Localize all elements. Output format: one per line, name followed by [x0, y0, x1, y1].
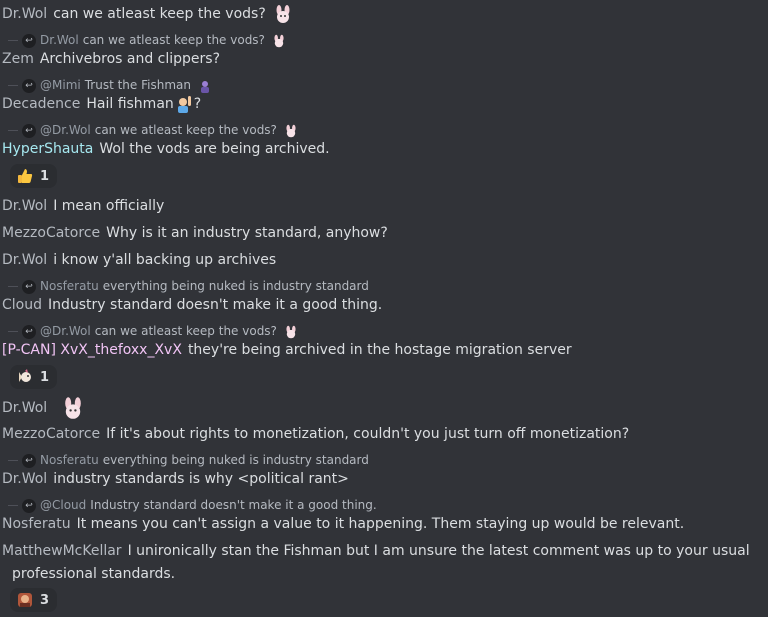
- reaction-count: 1: [40, 369, 50, 385]
- message-author[interactable]: Dr.Wol: [2, 198, 47, 214]
- reply-arrow-icon: ↩: [22, 279, 36, 294]
- message-text: I unironically stan the Fishman but I am…: [127, 543, 750, 559]
- raising-hand-emoji-icon: [177, 96, 191, 113]
- reply-author[interactable]: Nosferatu: [40, 279, 99, 293]
- reply-text: everything being nuked is industry stand…: [102, 279, 369, 293]
- reply-text: can we atleast keep the vods?: [94, 123, 277, 137]
- message-row: Dr.Wol I mean officially: [2, 196, 764, 216]
- bunny-emoji-icon: [64, 397, 81, 419]
- message-text: Why is it an industry standard, anyhow?: [106, 225, 388, 241]
- reply-spine: [8, 331, 18, 332]
- bunny-emoji-icon: [274, 34, 284, 47]
- message-row: MezzoCatorce Why is it an industry standa…: [2, 223, 764, 243]
- message-author[interactable]: HyperShauta: [2, 141, 93, 157]
- message-row: Zem Archivebros and clippers?: [2, 49, 764, 69]
- reply-preview[interactable]: ↩ @Dr.Wol can we atleast keep the vods?: [8, 122, 764, 138]
- message-author[interactable]: Zem: [2, 51, 34, 67]
- reply-spine: [8, 85, 18, 86]
- message-text: industry standards is why <political ran…: [53, 471, 349, 487]
- bunny-emoji-icon: [286, 124, 296, 137]
- reply-text: everything being nuked is industry stand…: [102, 453, 369, 467]
- message-author[interactable]: MezzoCatorce: [2, 225, 100, 241]
- reaction-custom[interactable]: 3: [10, 588, 58, 612]
- reaction-count: 1: [40, 168, 50, 184]
- reply-preview[interactable]: ↩ Nosferatu everything being nuked is indu…: [8, 452, 764, 468]
- reply-author[interactable]: @Dr.Wol: [40, 324, 91, 338]
- reply-text: Trust the Fishman: [84, 78, 191, 92]
- message-text: they're being archived in the hostage mi…: [187, 342, 572, 358]
- message-text: i know y'all backing up archives: [53, 252, 277, 268]
- message-text: Hail fishman: [86, 96, 174, 112]
- message-row: Decadence Hail fishman?: [2, 94, 764, 114]
- reply-arrow-icon: ↩: [22, 78, 36, 93]
- fox-emoji-icon: [19, 369, 31, 382]
- message-text: Industry standard doesn't make it a good…: [48, 297, 383, 313]
- reply-text: can we atleast keep the vods?: [82, 33, 265, 47]
- reply-author[interactable]: @Cloud: [40, 498, 86, 512]
- message-text: If it's about rights to monetization, co…: [106, 426, 630, 442]
- reaction-custom[interactable]: 1: [10, 365, 58, 389]
- reply-arrow-icon: ↩: [22, 453, 36, 468]
- reply-arrow-icon: ↩: [22, 33, 36, 48]
- reply-arrow-icon: ↩: [22, 123, 36, 138]
- reply-author[interactable]: Dr.Wol: [40, 33, 79, 47]
- message-row: HyperShauta Wol the vods are being archiv…: [2, 139, 764, 159]
- message-text: Wol the vods are being archived.: [99, 141, 330, 157]
- reply-text: can we atleast keep the vods?: [94, 324, 277, 338]
- message-author[interactable]: Decadence: [2, 96, 80, 112]
- reply-preview[interactable]: ↩ Nosferatu everything being nuked is indu…: [8, 278, 764, 294]
- thumbs-up-icon: [18, 169, 33, 183]
- message-text-continuation: professional standards.: [12, 566, 176, 582]
- message-row: Dr.Wol i know y'all backing up archives: [2, 250, 764, 270]
- reaction-count: 3: [40, 592, 50, 608]
- message-text: I mean officially: [53, 198, 165, 214]
- reply-preview[interactable]: ↩ @Dr.Wol can we atleast keep the vods?: [8, 323, 764, 339]
- message-author[interactable]: [P-CAN] XvX_thefoxx_XvX: [2, 342, 182, 358]
- message-author[interactable]: Dr.Wol: [2, 400, 47, 416]
- message-row: Dr.Wol can we atleast keep the vods?: [2, 4, 764, 24]
- reply-preview[interactable]: ↩ @Mimi Trust the Fishman: [8, 77, 764, 93]
- message-author[interactable]: Dr.Wol: [2, 252, 47, 268]
- message-author[interactable]: MezzoCatorce: [2, 426, 100, 442]
- message-author[interactable]: Dr.Wol: [2, 6, 47, 22]
- message-text: can we atleast keep the vods?: [53, 6, 266, 22]
- reply-arrow-icon: ↩: [22, 324, 36, 339]
- message-row: MatthewMcKellar I unironically stan the F…: [2, 541, 764, 561]
- character-emoji-icon: [18, 593, 32, 607]
- reply-preview[interactable]: ↩ Dr.Wol can we atleast keep the vods?: [8, 32, 764, 48]
- reply-author[interactable]: @Mimi: [40, 78, 81, 92]
- reaction-thumbs-up[interactable]: 1: [10, 164, 58, 188]
- message-row: Dr.Wol: [2, 397, 764, 419]
- message-author[interactable]: MatthewMcKellar: [2, 543, 122, 559]
- message-row: MezzoCatorce If it's about rights to mone…: [2, 424, 764, 444]
- message-row: Cloud Industry standard doesn't make it a…: [2, 295, 764, 315]
- person-emoji-icon: [200, 80, 209, 93]
- message-row: Dr.Wol industry standards is why <politic…: [2, 469, 764, 489]
- reply-arrow-icon: ↩: [22, 498, 36, 513]
- reply-preview[interactable]: ↩ @Cloud Industry standard doesn't make it…: [8, 497, 764, 513]
- reply-spine: [8, 505, 18, 506]
- reply-spine: [8, 40, 18, 41]
- message-author[interactable]: Nosferatu: [2, 516, 71, 532]
- reply-spine: [8, 130, 18, 131]
- reply-spine: [8, 460, 18, 461]
- reply-text: Industry standard doesn't make it a good…: [90, 498, 377, 512]
- message-row: [P-CAN] XvX_thefoxx_XvX they're being arc…: [2, 340, 764, 360]
- message-trailing: ?: [193, 96, 202, 112]
- message-author[interactable]: Dr.Wol: [2, 471, 47, 487]
- message-row: Nosferatu It means you can't assign a val…: [2, 514, 764, 534]
- message-author[interactable]: Cloud: [2, 297, 42, 313]
- message-text: Archivebros and clippers?: [39, 51, 221, 67]
- reply-author[interactable]: Nosferatu: [40, 453, 99, 467]
- bunny-emoji-icon: [276, 5, 290, 23]
- reply-spine: [8, 286, 18, 287]
- chat-message-list[interactable]: Dr.Wol can we atleast keep the vods? ↩ Dr.…: [0, 0, 768, 617]
- bunny-emoji-icon: [286, 325, 296, 338]
- message-text: It means you can't assign a value to it …: [76, 516, 685, 532]
- reply-author[interactable]: @Dr.Wol: [40, 123, 91, 137]
